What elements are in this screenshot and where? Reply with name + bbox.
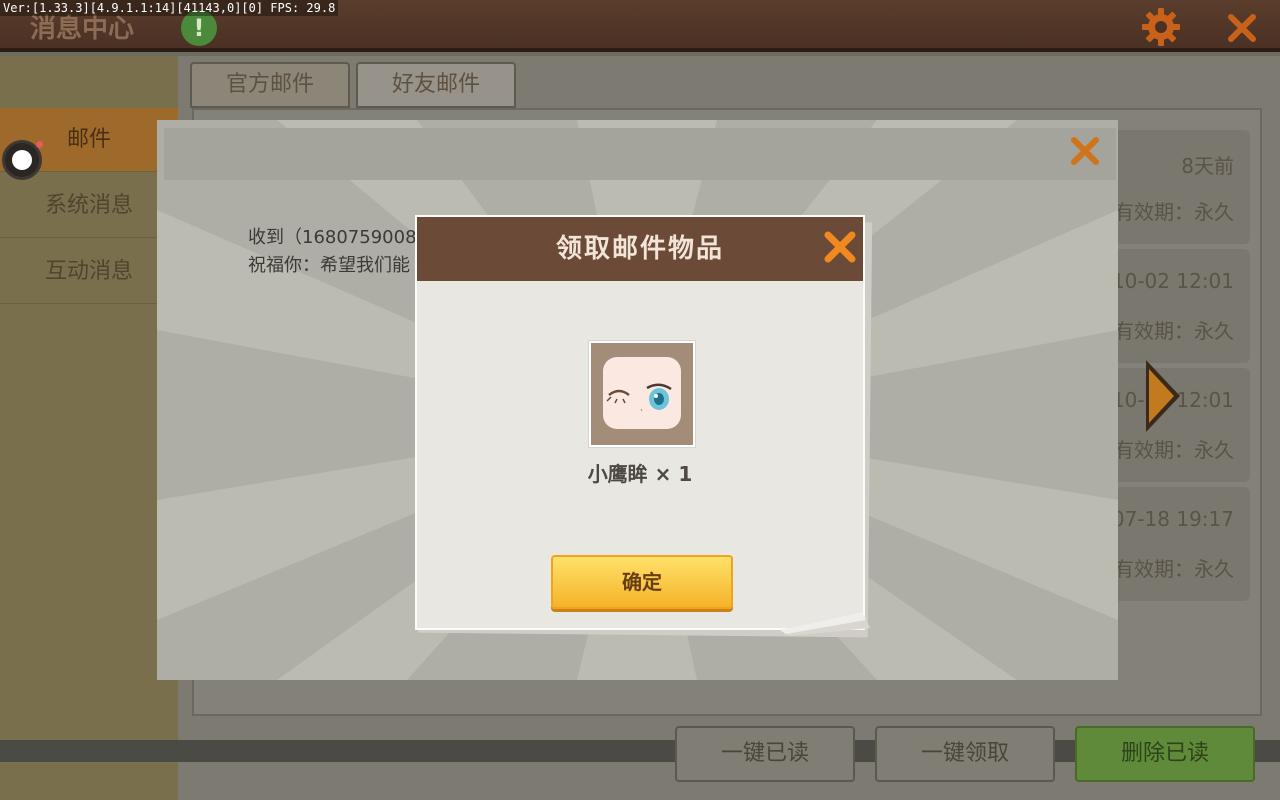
mail-time: 8天前 bbox=[1181, 154, 1234, 178]
mail-card[interactable]: -07-18 19:17 有效期：永久 bbox=[1100, 487, 1250, 601]
sidebar-item-system-messages[interactable]: 系统消息 bbox=[0, 174, 178, 238]
mail-card[interactable]: 10-02 12:01 有效期：永久 bbox=[1100, 249, 1250, 363]
paper-fold bbox=[780, 612, 870, 636]
confirm-button[interactable]: 确定 bbox=[551, 555, 733, 609]
mail-expiry: 有效期：永久 bbox=[1114, 319, 1234, 343]
mail-expiry: 有效期：永久 bbox=[1114, 200, 1234, 224]
screen-record-icon[interactable] bbox=[2, 140, 43, 180]
close-icon[interactable] bbox=[1068, 134, 1102, 168]
mail-time: -07-18 19:17 bbox=[1104, 507, 1234, 531]
mail-time: 10-02 12:01 bbox=[1111, 269, 1234, 293]
wink-face-icon bbox=[603, 357, 681, 429]
mail-body-line: 收到（1680759008 bbox=[248, 227, 417, 248]
next-arrow-icon-fill bbox=[1149, 369, 1174, 423]
reward-item-name: 小鹰眸 × 1 bbox=[587, 462, 693, 486]
close-icon[interactable] bbox=[1226, 12, 1258, 44]
claim-all-button[interactable]: 一键领取 bbox=[875, 726, 1055, 782]
mail-body-line: 祝福你：希望我们能 bbox=[248, 255, 410, 276]
tab-friend-mail[interactable]: 好友邮件 bbox=[356, 62, 516, 108]
reward-dialog-title: 领取邮件物品 bbox=[555, 234, 724, 264]
read-all-button[interactable]: 一键已读 bbox=[675, 726, 855, 782]
mail-detail-header bbox=[164, 128, 1116, 180]
mail-card[interactable]: 8天前 有效期：永久 bbox=[1100, 130, 1250, 244]
tab-official-mail[interactable]: 官方邮件 bbox=[190, 62, 350, 108]
gear-icon[interactable] bbox=[1140, 6, 1182, 48]
delete-read-button[interactable]: 删除已读 bbox=[1075, 726, 1255, 782]
sidebar-item-interaction-messages[interactable]: 互动消息 bbox=[0, 240, 178, 304]
debug-overlay: Ver:[1.33.3][4.9.1.1:14][41143,0][0] FPS… bbox=[0, 0, 339, 16]
mail-body: 收到（1680759008 祝福你：希望我们能 bbox=[248, 224, 417, 280]
mail-expiry: 有效期：永久 bbox=[1114, 557, 1234, 581]
mail-expiry: 有效期：永久 bbox=[1114, 438, 1234, 462]
close-icon[interactable] bbox=[822, 229, 858, 265]
